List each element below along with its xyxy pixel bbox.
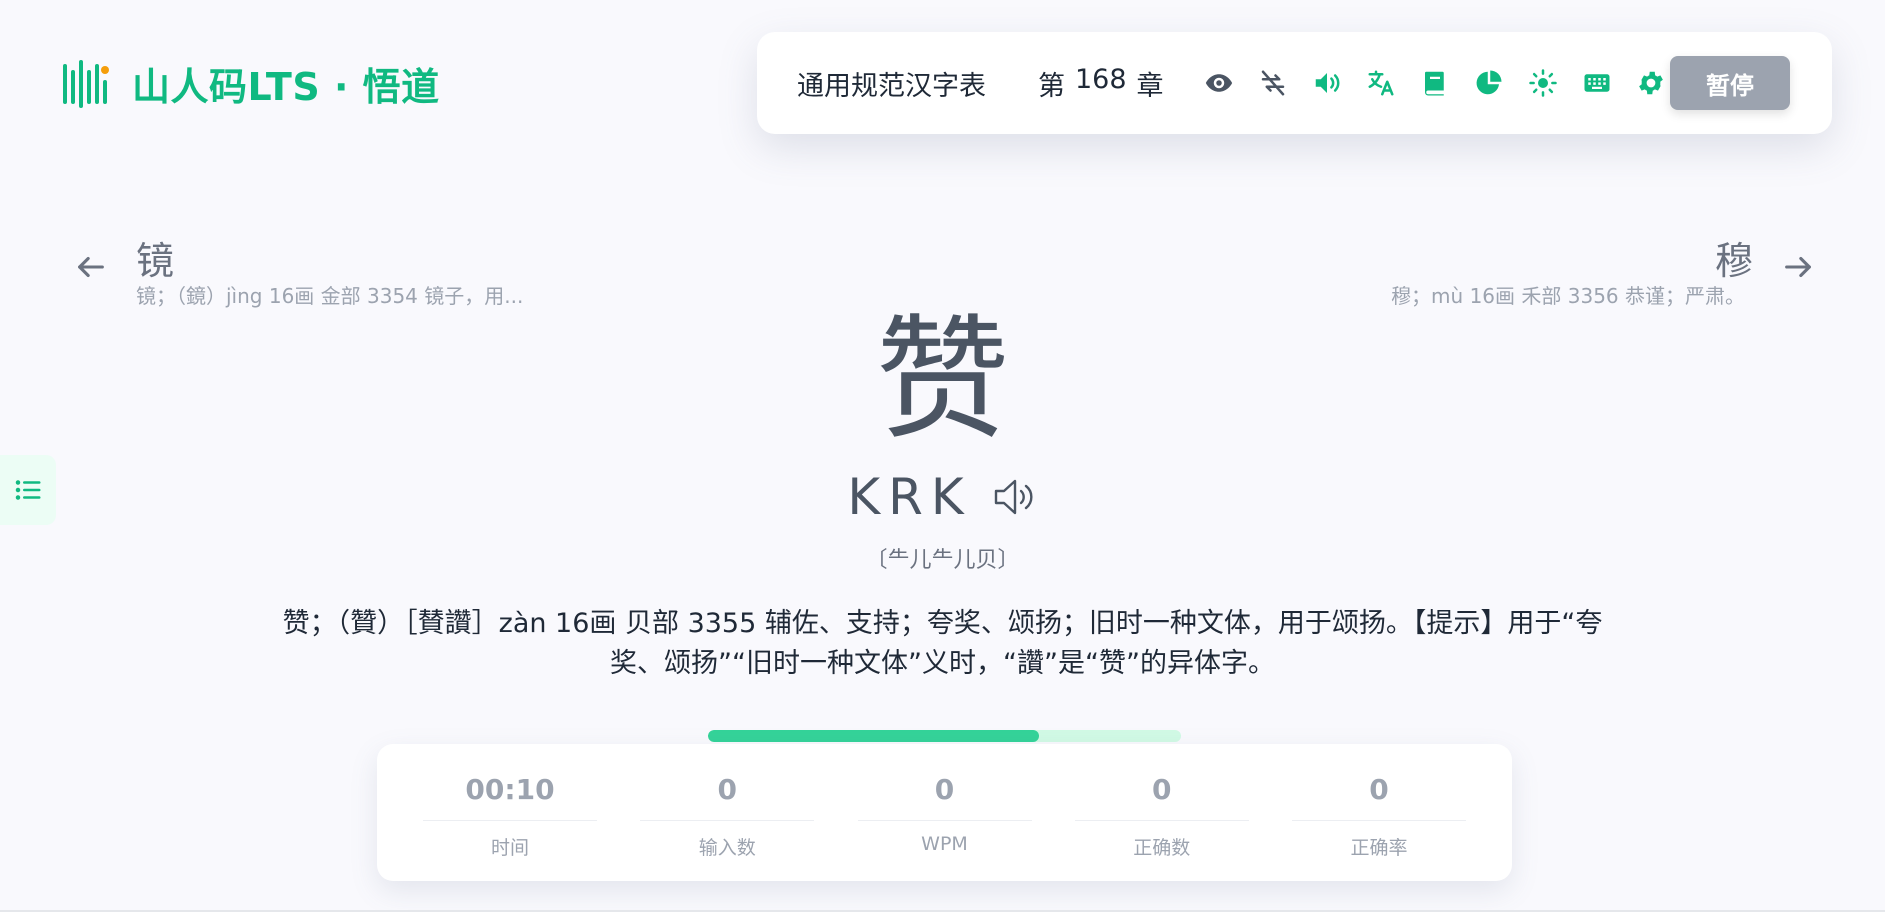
stat-accuracy-label: 正确率 <box>1350 837 1408 859</box>
stat-correct: 0 正确数 <box>1074 768 1249 881</box>
stat-inputs-label: 输入数 <box>698 837 756 859</box>
book-icon[interactable] <box>1418 66 1452 100</box>
progress-bar <box>708 730 1181 742</box>
divider <box>1074 820 1249 821</box>
stat-time-label: 时间 <box>490 837 529 859</box>
speaker-icon[interactable] <box>990 475 1038 519</box>
arrow-left-icon[interactable] <box>74 250 108 284</box>
stat-accuracy: 0 正确率 <box>1292 768 1466 881</box>
sun-icon[interactable] <box>1526 66 1560 100</box>
next-word-char[interactable]: 穆 <box>1715 230 1753 285</box>
logo-icon <box>63 59 109 108</box>
stat-wpm-label: WPM <box>921 833 968 855</box>
volume-icon[interactable] <box>1310 66 1344 100</box>
chapter-number: 168 <box>1075 63 1127 95</box>
current-char: 赞 <box>875 302 1010 458</box>
prev-word-char[interactable]: 镜 <box>136 230 174 285</box>
stats-panel: 00:10 时间 0 输入数 0 WPM 0 正确数 0 正确率 <box>377 744 1512 881</box>
char-decomposition: 〔⺧儿⺧儿贝〕 <box>865 548 1020 573</box>
stat-time-value: 00:10 <box>465 773 555 806</box>
char-definition: 赞；（贊）［賛讚］zàn 16画 贝部 3355 辅佐、支持；夸奖、颂扬；旧时一… <box>282 608 1603 679</box>
code-row: KRK <box>0 468 1885 526</box>
loop-off-icon[interactable] <box>1256 66 1290 100</box>
stat-inputs: 0 输入数 <box>640 768 815 881</box>
stat-correct-value: 0 <box>1152 773 1172 806</box>
input-code[interactable]: KRK <box>847 468 971 526</box>
arrow-right-icon[interactable] <box>1781 250 1815 284</box>
pause-button[interactable]: 暂停 <box>1670 56 1790 110</box>
app-logo: 山人码LTS · 悟道 <box>60 56 440 111</box>
divider <box>640 820 815 821</box>
chapter-selector[interactable]: 第 168 章 <box>1038 64 1164 103</box>
stat-wpm-value: 0 <box>934 773 955 806</box>
stat-wpm: 0 WPM <box>857 768 1032 881</box>
divider <box>1292 820 1466 821</box>
stat-time: 00:10 时间 <box>423 768 597 881</box>
gear-icon[interactable] <box>1634 66 1668 100</box>
pie-chart-icon[interactable] <box>1472 66 1506 100</box>
chapter-suffix: 章 <box>1136 70 1164 102</box>
toolbar-icons <box>1202 66 1668 100</box>
app-title: 山人码LTS · 悟道 <box>132 65 440 109</box>
stat-accuracy-value: 0 <box>1369 773 1389 806</box>
translate-icon[interactable] <box>1364 66 1398 100</box>
eye-icon[interactable] <box>1202 66 1236 100</box>
progress-fill <box>708 730 1040 742</box>
top-toolbar: 通用规范汉字表 第 168 章 暂停 <box>757 32 1832 134</box>
divider <box>857 820 1032 821</box>
chapter-prefix: 第 <box>1038 70 1065 102</box>
dict-selector[interactable]: 通用规范汉字表 <box>797 64 986 103</box>
divider <box>423 820 597 821</box>
keyboard-icon[interactable] <box>1580 66 1614 100</box>
stat-correct-label: 正确数 <box>1133 837 1191 859</box>
stat-inputs-value: 0 <box>717 773 737 806</box>
